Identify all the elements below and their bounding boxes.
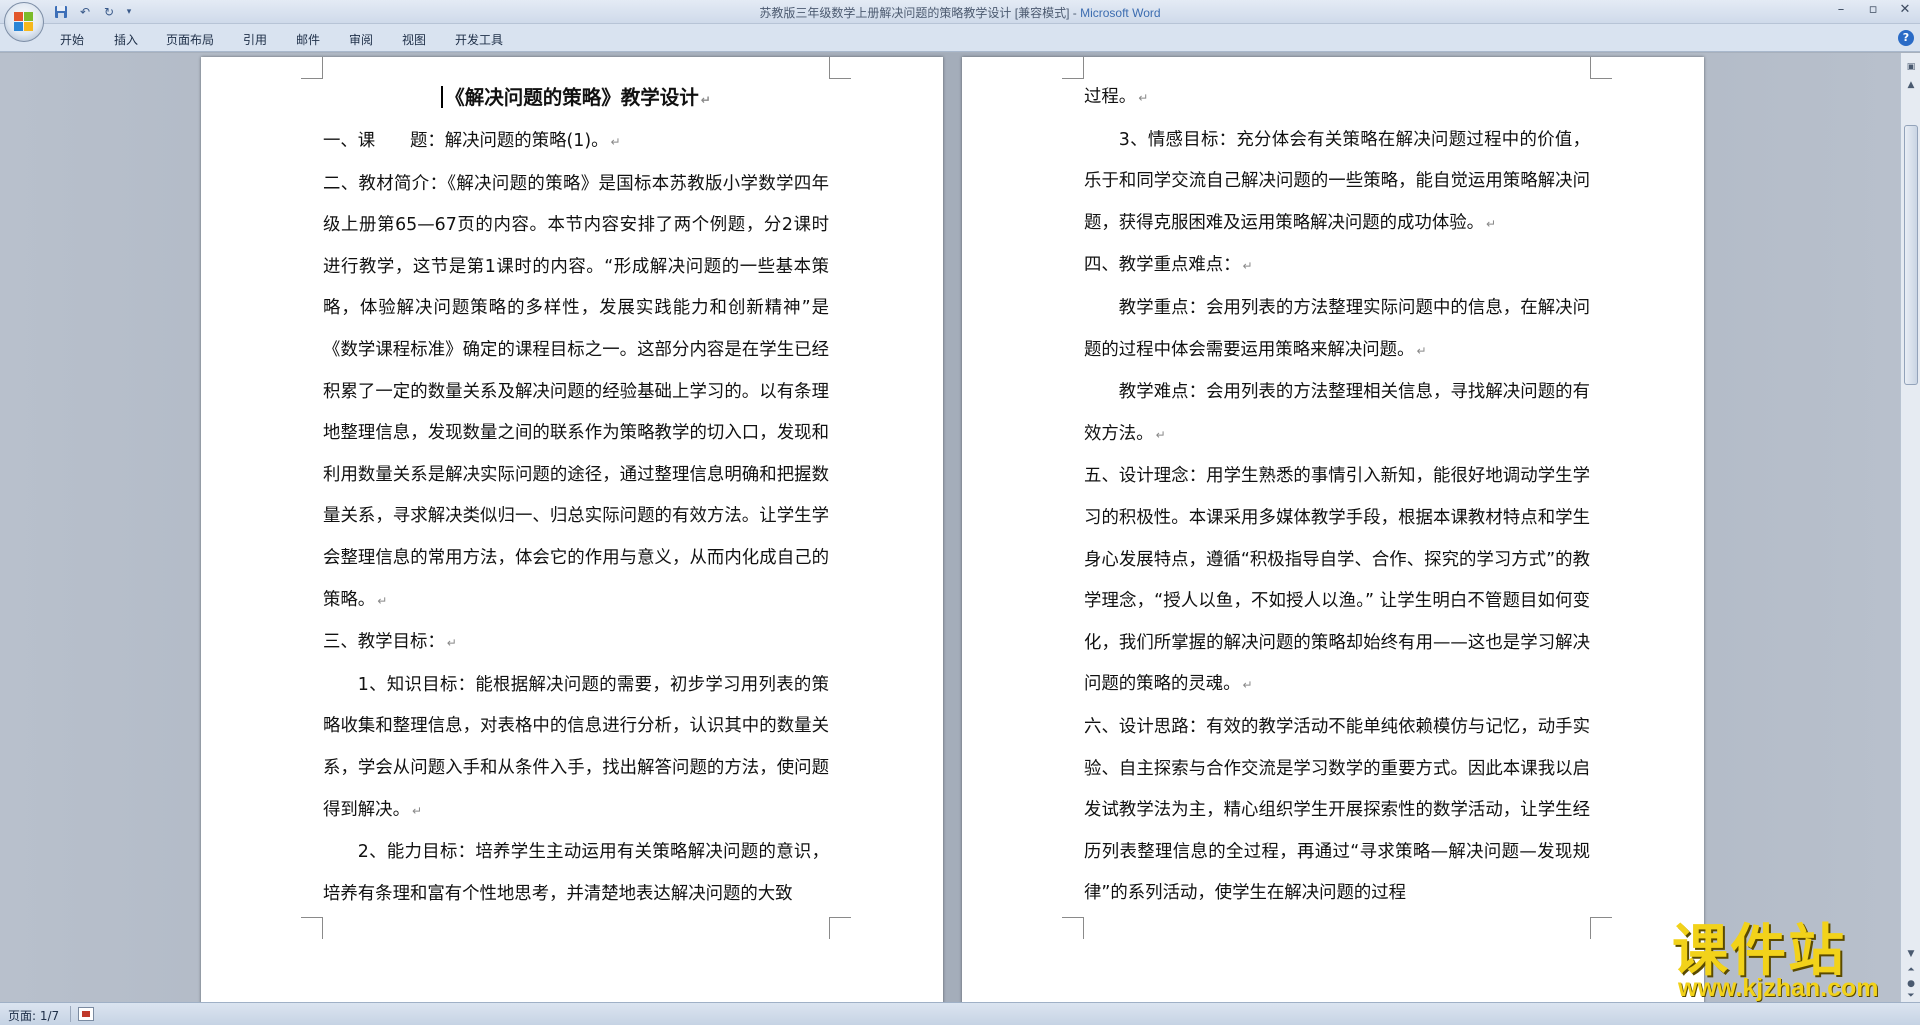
tab-insert[interactable]: 插入 [114,31,138,48]
paragraph-mark: ↵ [1416,343,1427,358]
paragraph-mark: ↵ [446,636,457,651]
office-button[interactable] [4,2,44,42]
tab-references[interactable]: 引用 [243,31,267,48]
crop-mark [829,57,851,79]
page-body-right: 过程。 ↵ 3、情感目标：充分体会有关策略在解决问题过程中的价值，乐于和同学交流自己… [1084,77,1590,915]
paragraph-text: 2、能力目标：培养学生主动运用有关策略解决问题的意识，培养有条理和富有个性地思考… [323,842,829,904]
ruler-toggle-icon[interactable]: ▣ [1904,61,1918,73]
paragraph-text: 二、教材简介：《解决问题的策略》是国标本苏教版小学数学四年级上册第65—67页的… [323,173,829,610]
window-controls: – ▫ ✕ [1832,2,1914,18]
paragraph: 过程。 ↵ [1084,77,1590,120]
status-bar: 页面: 1/7 [0,1002,1920,1025]
paragraph-text: 四、教学重点难点： [1084,255,1241,276]
scroll-thumb[interactable] [1904,125,1918,385]
document-page-left[interactable]: 《解决问题的策略》教学设计 ↵ 一、课 题：解决问题的策略(1)。 ↵ 二、教材简介：… [201,57,943,1002]
tab-page-layout[interactable]: 页面布局 [166,31,214,48]
paragraph: 三、教学目标： ↵ [323,622,829,665]
paragraph: 教学难点：会用列表的方法整理相关信息，寻找解决问题的有效方法。 ↵ [1084,372,1590,456]
tab-review[interactable]: 审阅 [349,31,373,48]
paragraph-mark: ↵ [411,803,423,818]
paragraph: 四、教学重点难点： ↵ [1084,245,1590,288]
title-bar: ↶ ↻ ▾ 苏教版三年级数学上册解决问题的策略教学设计 [兼容模式] - Mic… [0,0,1920,24]
status-separator [70,1006,71,1022]
crop-mark [1590,917,1612,939]
page-body-left: 《解决问题的策略》教学设计 ↵ 一、课 题：解决问题的策略(1)。 ↵ 二、教材简介：… [323,77,829,915]
paragraph-text: 过程。 [1084,87,1137,107]
crop-mark [829,917,851,939]
ribbon-tabs: 开始 插入 页面布局 引用 邮件 审阅 视图 开发工具 ? [0,24,1920,52]
watermark-text: 课件站 [1672,919,1846,984]
minimize-icon[interactable]: – [1832,2,1850,18]
paragraph: 一、课 题：解决问题的策略(1)。 ↵ [323,121,829,164]
paragraph-text: 一、课 题：解决问题的策略(1)。 [323,131,609,151]
app-name: Microsoft Word [1080,6,1161,20]
paragraph: 五、设计理念：用学生熟悉的事情引入新知，能很好地调动学生学习的积极性。本课采用多… [1084,456,1590,707]
crop-mark [1590,57,1612,79]
document-page-right[interactable]: 过程。 ↵ 3、情感目标：充分体会有关策略在解决问题过程中的价值，乐于和同学交流自己… [962,57,1704,1002]
paragraph: 二、教材简介：《解决问题的策略》是国标本苏教版小学数学四年级上册第65—67页的… [323,164,829,623]
crop-mark [301,917,323,939]
paragraph-mark: ↵ [1486,216,1497,231]
text-cursor [441,86,444,108]
paragraph-text: 1、知识目标：能根据解决问题的需要，初步学习用列表的策略收集和整理信息，对表格中… [323,674,829,820]
paragraph: 1、知识目标：能根据解决问题的需要，初步学习用列表的策略收集和整理信息，对表格中… [323,665,829,832]
watermark-logo: 课件站 www.kjzhan.com [1672,919,1918,1003]
paragraph-mark: ↵ [377,593,388,608]
page-indicator[interactable]: 页面: 1/7 [8,1007,59,1024]
paragraph-mark: ↵ [1138,91,1149,105]
paragraph-text: 教学重点：会用列表的方法整理实际问题中的信息，在解决问题的过程中体会需要运用策略… [1084,297,1590,360]
crop-mark [301,57,323,79]
paragraph-mark: ↵ [1155,427,1166,442]
paragraph-mark: ↵ [1242,259,1253,274]
scroll-up-icon[interactable]: ▲ [1904,79,1918,91]
paragraph: 教学重点：会用列表的方法整理实际问题中的信息，在解决问题的过程中体会需要运用策略… [1084,288,1590,372]
crop-mark [1062,917,1084,939]
paragraph: 3、情感目标：充分体会有关策略在解决问题过程中的价值，乐于和同学交流自己解决问题… [1084,120,1590,246]
paragraph-text: 三、教学目标： [323,632,445,653]
paragraph-mark: ↵ [1242,678,1253,693]
maximize-icon[interactable]: ▫ [1864,2,1882,18]
tab-developer[interactable]: 开发工具 [455,31,503,48]
vertical-scrollbar[interactable]: ▣ ▲ ▼ ⏶ ● ⏷ [1900,53,1920,1002]
window-title: 苏教版三年级数学上册解决问题的策略教学设计 [兼容模式] - Microsoft… [0,4,1920,21]
watermark-url: www.kjzhan.com [1678,974,1879,1002]
paragraph: 2、能力目标：培养学生主动运用有关策略解决问题的意识，培养有条理和富有个性地思考… [323,832,829,915]
paragraph: 六、设计思路：有效的教学活动不能单纯依赖模仿与记忆，动手实验、自主探索与合作交流… [1084,707,1590,915]
document-heading: 《解决问题的策略》教学设计 ↵ [323,77,829,121]
language-icon[interactable] [78,1007,94,1021]
paragraph-text: 五、设计理念：用学生熟悉的事情引入新知，能很好地调动学生学习的积极性。本课采用多… [1084,466,1590,695]
paragraph-mark: ↵ [610,135,621,149]
tab-view[interactable]: 视图 [402,31,426,48]
office-logo-icon [14,12,34,32]
document-title: 苏教版三年级数学上册解决问题的策略教学设计 [兼容模式] - [759,6,1081,20]
paragraph-text: 六、设计思路：有效的教学活动不能单纯依赖模仿与记忆，动手实验、自主探索与合作交流… [1084,716,1590,904]
crop-mark [1062,57,1084,79]
document-workspace: 《解决问题的策略》教学设计 ↵ 一、课 题：解决问题的策略(1)。 ↵ 二、教材简介：… [0,53,1900,1002]
close-icon[interactable]: ✕ [1896,2,1914,18]
paragraph-mark: ↵ [700,93,711,107]
paragraph-text: 3、情感目标：充分体会有关策略在解决问题过程中的价值，乐于和同学交流自己解决问题… [1084,129,1590,233]
help-icon[interactable]: ? [1898,30,1914,46]
tab-mailings[interactable]: 邮件 [296,31,320,48]
tab-home[interactable]: 开始 [60,31,84,48]
